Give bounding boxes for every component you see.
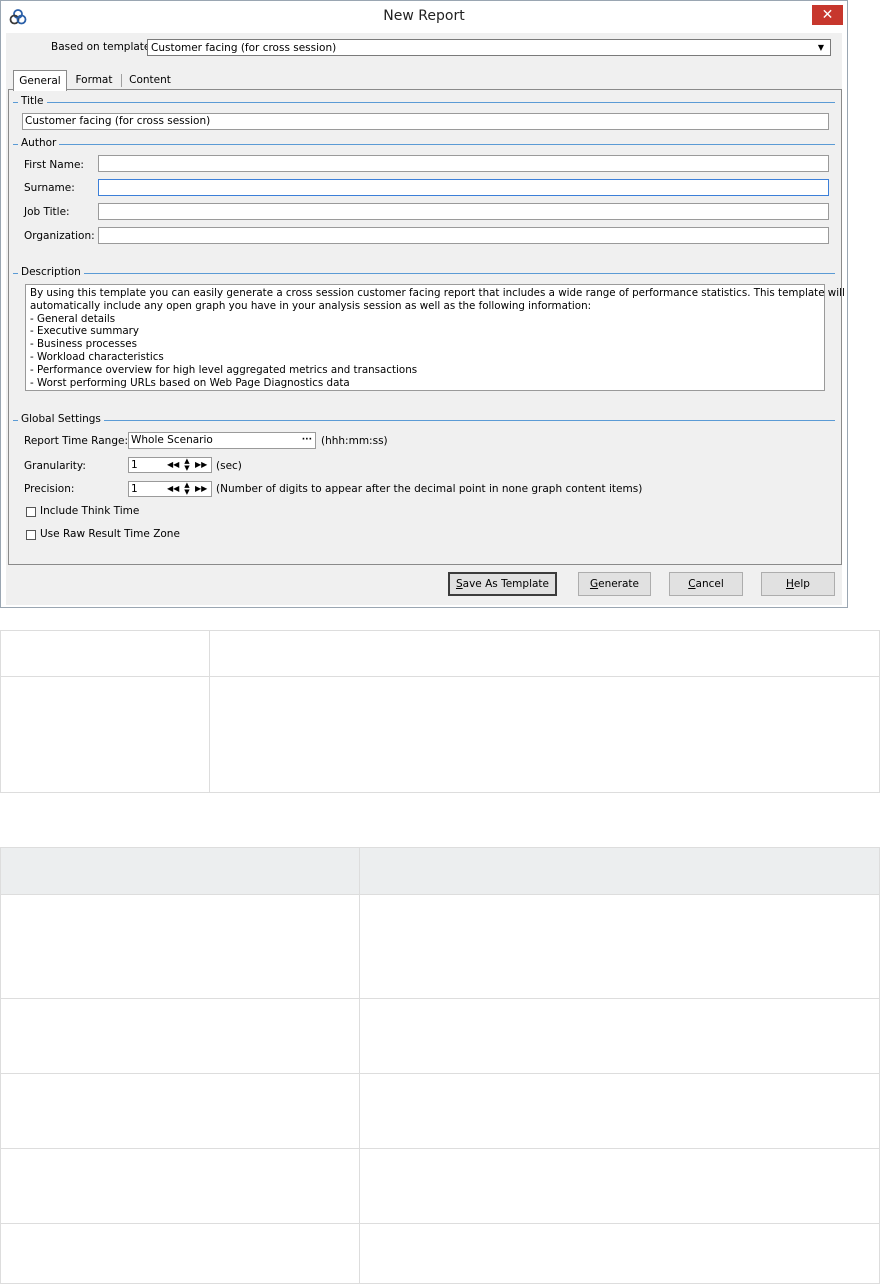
include-think-time-label: Include Think Time	[40, 505, 140, 517]
template-select[interactable]: Customer facing (for cross session) ▼	[147, 39, 831, 56]
table-cell	[0, 1073, 360, 1149]
up-down-icon[interactable]: ▲ ▼	[181, 482, 193, 496]
generate-button[interactable]: Generate	[578, 572, 651, 596]
description-line: - Worst performing URLs based on Web Pag…	[30, 376, 350, 389]
window-title: New Report	[383, 8, 465, 24]
table-cell	[0, 676, 210, 793]
last-icon[interactable]: ▶▶	[195, 458, 207, 472]
precision-value: 1	[131, 483, 138, 495]
table-cell	[0, 1148, 360, 1224]
time-range-label: Report Time Range:	[24, 435, 128, 447]
first-icon[interactable]: ◀◀	[167, 458, 179, 472]
description-line: automatically include any open graph you…	[30, 299, 592, 312]
table-cell	[359, 894, 880, 999]
first-name-label: First Name:	[24, 159, 84, 171]
dialog-body: Based on template Customer facing (for c…	[6, 33, 845, 605]
job-title-label: Job Title:	[24, 206, 70, 218]
granularity-unit: (sec)	[216, 460, 242, 472]
author-group-line	[13, 144, 835, 145]
cancel-button[interactable]: Cancel	[669, 572, 743, 596]
precision-label: Precision:	[24, 483, 75, 495]
table-cell	[209, 630, 880, 677]
global-settings-group-label: Global Settings	[18, 413, 104, 425]
first-icon[interactable]: ◀◀	[167, 482, 179, 496]
surname-label: Surname:	[24, 182, 75, 194]
title-bar[interactable]: New Report ✕	[1, 1, 847, 33]
time-range-value: Whole Scenario	[131, 434, 213, 446]
description-textarea[interactable]: By using this template you can easily ge…	[25, 284, 845, 391]
table-cell	[359, 998, 880, 1074]
help-button[interactable]: Help	[761, 572, 835, 596]
close-icon: ✕	[821, 7, 834, 23]
template-label: Based on template	[51, 41, 151, 53]
table-cell	[0, 894, 360, 999]
table-cell	[359, 1223, 880, 1284]
include-think-time-checkbox[interactable]	[26, 507, 36, 517]
description-line: - Performance overview for high level ag…	[30, 363, 418, 376]
tab-format[interactable]: Format	[69, 70, 119, 90]
granularity-stepper[interactable]: 1 ◀◀ ▲ ▼ ▶▶	[128, 457, 212, 473]
close-button[interactable]: ✕	[812, 5, 843, 25]
table-cell	[0, 1223, 360, 1284]
precision-stepper[interactable]: 1 ◀◀ ▲ ▼ ▶▶	[128, 481, 212, 497]
job-title-field[interactable]	[98, 203, 829, 220]
raw-result-time-zone-label: Use Raw Result Time Zone	[40, 528, 180, 540]
organization-label: Organization:	[24, 230, 95, 242]
new-report-dialog: New Report ✕ Based on template Customer …	[0, 0, 848, 608]
precision-note: (Number of digits to appear after the de…	[216, 483, 643, 495]
doc-table-top	[0, 630, 880, 793]
title-group-line	[13, 102, 835, 103]
description-line: - General details	[30, 312, 116, 325]
table-cell	[209, 676, 880, 793]
description-line: - Business processes	[30, 338, 137, 351]
table-cell	[359, 1148, 880, 1224]
global-settings-group-line	[13, 420, 835, 421]
description-line: By using this template you can easily ge…	[30, 287, 845, 299]
up-down-icon[interactable]: ▲ ▼	[181, 458, 193, 472]
save-as-template-button[interactable]: Save As Template	[448, 572, 557, 596]
more-options-icon[interactable]: ···	[302, 433, 312, 448]
table-cell	[0, 630, 210, 677]
granularity-value: 1	[131, 459, 138, 471]
time-range-field[interactable]: Whole Scenario ···	[128, 432, 316, 449]
title-group-label: Title	[18, 95, 47, 107]
description-line: - Executive summary	[30, 325, 139, 338]
granularity-label: Granularity:	[24, 460, 86, 472]
tab-general[interactable]: General	[13, 70, 67, 91]
last-icon[interactable]: ▶▶	[195, 482, 207, 496]
description-line: - Workload characteristics	[30, 350, 164, 363]
table-cell	[0, 998, 360, 1074]
template-select-value: Customer facing (for cross session)	[151, 42, 337, 54]
report-title-input[interactable]: Customer facing (for cross session)	[22, 113, 829, 130]
description-group-label: Description	[18, 266, 84, 278]
tab-divider	[121, 74, 122, 87]
doc-table-options	[0, 847, 880, 1284]
raw-result-time-zone-checkbox[interactable]	[26, 530, 36, 540]
table-cell	[359, 1073, 880, 1149]
table-header-cell	[359, 847, 880, 895]
chevron-down-icon[interactable]: ▼	[814, 40, 828, 55]
table-header-cell	[0, 847, 360, 895]
organization-field[interactable]	[98, 227, 829, 244]
general-tab-panel: Title Customer facing (for cross session…	[8, 89, 845, 565]
author-group-label: Author	[18, 137, 60, 149]
first-name-field[interactable]	[98, 155, 829, 172]
tab-content[interactable]: Content	[124, 70, 176, 90]
description-group-line	[13, 273, 835, 274]
surname-field[interactable]	[98, 179, 829, 196]
time-range-unit: (hhh:mm:ss)	[321, 435, 388, 447]
